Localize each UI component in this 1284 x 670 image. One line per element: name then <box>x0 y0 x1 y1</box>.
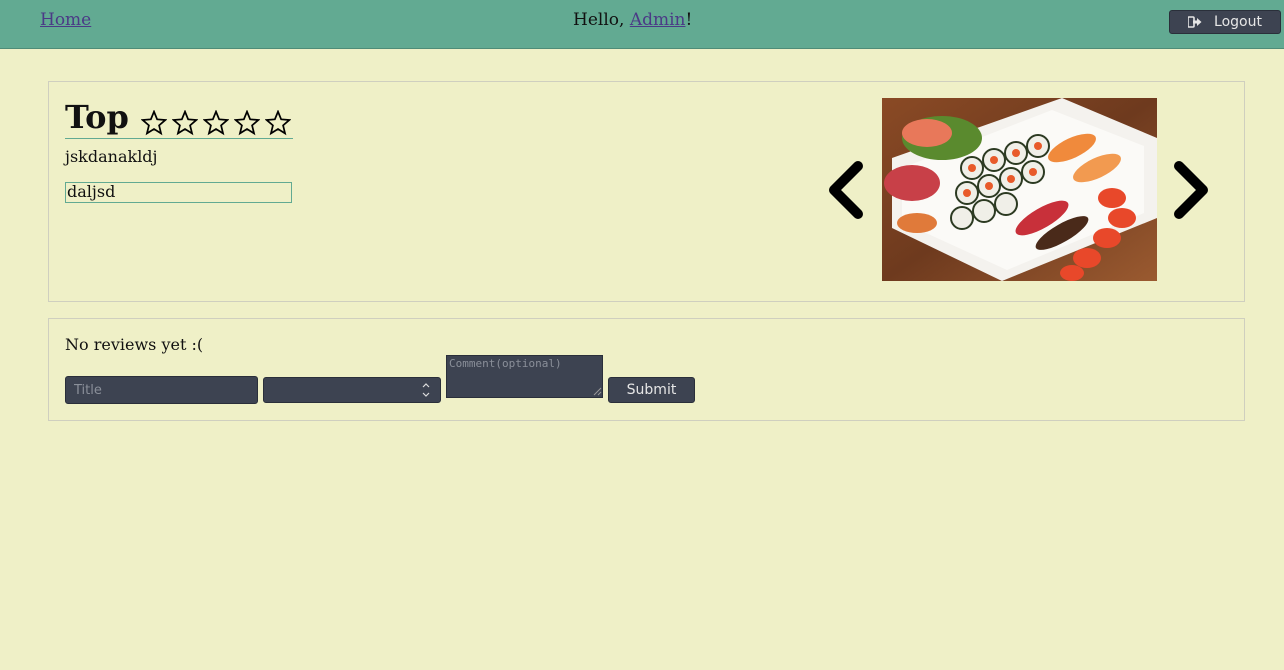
item-header: Top <box>65 96 293 139</box>
greeting-suffix: ! <box>685 10 693 30</box>
home-link[interactable]: Home <box>40 10 91 30</box>
no-reviews-message: No reviews yet :( <box>65 335 204 354</box>
star-outline-icon[interactable] <box>264 110 291 136</box>
review-title-input[interactable] <box>65 376 258 404</box>
review-comment-textarea[interactable] <box>446 355 603 398</box>
sushi-platter-image <box>882 98 1157 281</box>
submit-review-button[interactable]: Submit <box>608 377 695 403</box>
item-detail-field: daljsd <box>65 182 292 203</box>
logout-button[interactable]: Logout <box>1169 10 1281 34</box>
item-details-panel: Top jskdanakldj daljsd <box>48 81 1245 302</box>
sign-out-icon <box>1188 16 1202 28</box>
star-outline-icon[interactable] <box>171 110 198 136</box>
logout-label: Logout <box>1214 14 1262 30</box>
star-outline-icon[interactable] <box>202 110 229 136</box>
user-profile-link[interactable]: Admin <box>630 10 686 30</box>
top-navbar: Home Hello, Admin! Logout <box>0 0 1284 49</box>
rating-stars <box>140 110 291 138</box>
review-rating-select[interactable] <box>263 377 441 403</box>
reviews-panel: No reviews yet :( Submit <box>48 318 1245 421</box>
star-outline-icon[interactable] <box>233 110 260 136</box>
chevron-right-icon[interactable] <box>1169 160 1213 220</box>
resize-grip-icon[interactable] <box>592 386 602 396</box>
greeting-prefix: Hello, <box>573 10 630 30</box>
greeting: Hello, Admin! <box>573 10 692 30</box>
item-title: Top <box>65 98 129 136</box>
up-down-arrows-icon <box>422 383 430 397</box>
item-photo <box>882 98 1157 281</box>
item-description: jskdanakldj <box>65 147 158 166</box>
chevron-left-icon[interactable] <box>824 160 868 220</box>
star-outline-icon[interactable] <box>140 110 167 136</box>
